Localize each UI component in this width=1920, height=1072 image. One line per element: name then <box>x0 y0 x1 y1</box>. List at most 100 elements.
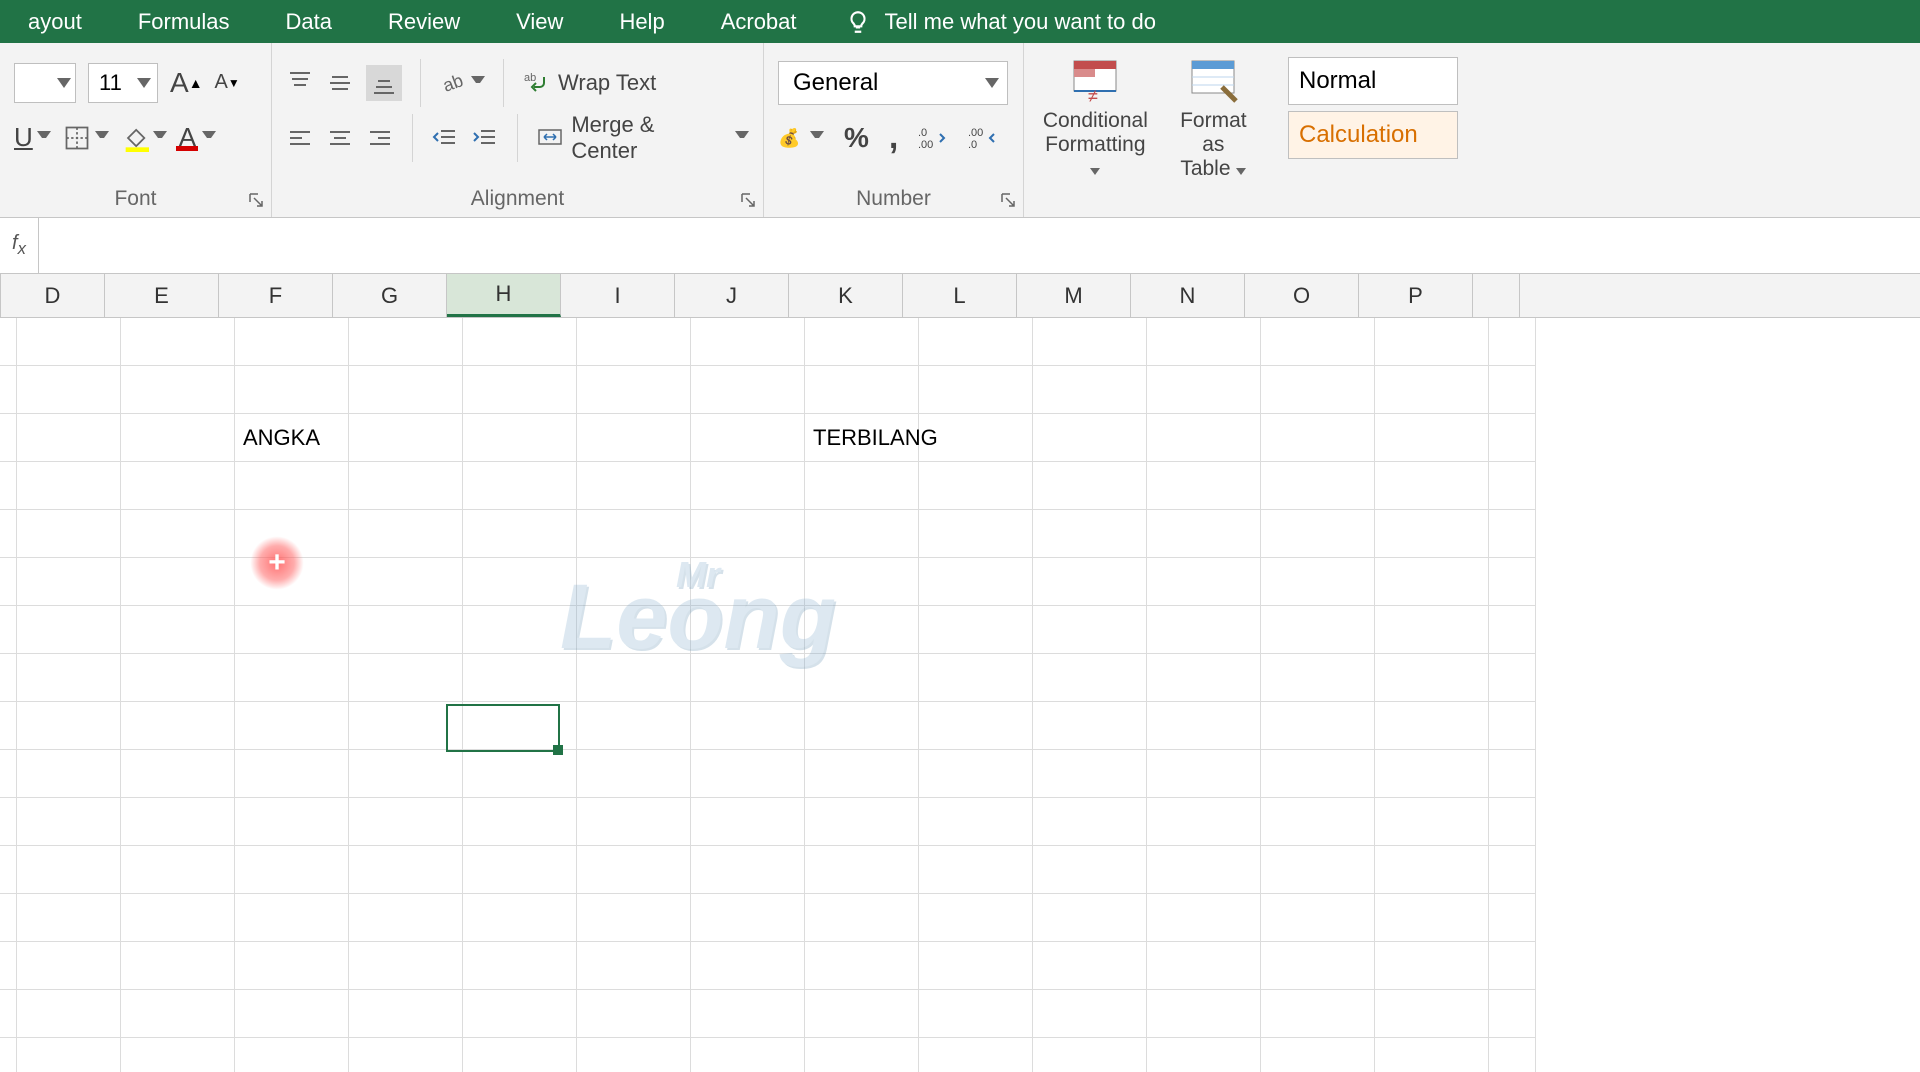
comma-style-button[interactable]: , <box>889 118 898 157</box>
cell[interactable] <box>17 1038 121 1072</box>
tab-pagelayout[interactable]: ayout <box>0 0 110 43</box>
cell[interactable] <box>577 318 691 366</box>
cell[interactable] <box>1261 990 1375 1038</box>
cell[interactable] <box>349 606 463 654</box>
cell[interactable] <box>349 894 463 942</box>
cell[interactable] <box>1375 558 1489 606</box>
cell[interactable] <box>349 318 463 366</box>
cell[interactable] <box>577 894 691 942</box>
cell[interactable] <box>121 942 235 990</box>
cell[interactable] <box>1375 606 1489 654</box>
cell[interactable] <box>1033 654 1147 702</box>
cell[interactable] <box>463 414 577 462</box>
number-dialog-launcher[interactable] <box>997 189 1019 211</box>
cell[interactable] <box>1147 558 1261 606</box>
column-header-H[interactable]: H <box>447 274 561 317</box>
cell[interactable] <box>1261 558 1375 606</box>
cell[interactable] <box>691 750 805 798</box>
cell[interactable] <box>1261 750 1375 798</box>
cell[interactable] <box>577 942 691 990</box>
cell[interactable] <box>463 510 577 558</box>
font-dialog-launcher[interactable] <box>245 189 267 211</box>
cell[interactable] <box>1147 366 1261 414</box>
cell[interactable] <box>805 750 919 798</box>
column-header-E[interactable]: E <box>105 274 219 317</box>
cell[interactable] <box>1033 702 1147 750</box>
cell[interactable] <box>235 606 349 654</box>
cell[interactable] <box>463 750 577 798</box>
cell[interactable] <box>1261 654 1375 702</box>
increase-font-button[interactable]: A▲ <box>170 67 203 99</box>
cell[interactable] <box>1375 654 1489 702</box>
cell[interactable] <box>1375 990 1489 1038</box>
cell[interactable] <box>1489 942 1536 990</box>
align-bottom-button[interactable] <box>366 65 402 101</box>
cell[interactable] <box>121 894 235 942</box>
column-header-G[interactable]: G <box>333 274 447 317</box>
cell[interactable] <box>349 462 463 510</box>
cell[interactable] <box>463 798 577 846</box>
cell[interactable] <box>17 654 121 702</box>
cell[interactable] <box>691 606 805 654</box>
cell[interactable] <box>1033 798 1147 846</box>
cell[interactable] <box>1489 414 1536 462</box>
cell[interactable] <box>1375 1038 1489 1072</box>
cell[interactable] <box>691 558 805 606</box>
cell[interactable] <box>1033 462 1147 510</box>
cell[interactable] <box>1375 366 1489 414</box>
column-header-D[interactable]: D <box>1 274 105 317</box>
cell[interactable] <box>805 702 919 750</box>
cell[interactable] <box>1375 414 1489 462</box>
cell[interactable] <box>577 510 691 558</box>
cell[interactable] <box>463 654 577 702</box>
cell[interactable] <box>1033 750 1147 798</box>
cell[interactable] <box>0 510 17 558</box>
cell[interactable] <box>0 990 17 1038</box>
cell[interactable]: ANGKA <box>235 414 349 462</box>
column-header-edge[interactable] <box>1473 274 1520 317</box>
column-header-L[interactable]: L <box>903 274 1017 317</box>
tab-view[interactable]: View <box>488 0 591 43</box>
cell[interactable] <box>0 1038 17 1072</box>
cell[interactable] <box>577 990 691 1038</box>
cell[interactable] <box>1375 702 1489 750</box>
cell[interactable] <box>1489 846 1536 894</box>
cell[interactable] <box>121 510 235 558</box>
cell[interactable] <box>577 846 691 894</box>
cell[interactable] <box>121 366 235 414</box>
cell[interactable] <box>1375 462 1489 510</box>
cell[interactable] <box>805 654 919 702</box>
cell[interactable] <box>121 702 235 750</box>
cell[interactable] <box>919 846 1033 894</box>
cell[interactable] <box>1147 942 1261 990</box>
cell[interactable] <box>577 462 691 510</box>
cell[interactable] <box>919 414 1033 462</box>
cell[interactable] <box>235 510 349 558</box>
cell[interactable] <box>463 1038 577 1072</box>
column-header-N[interactable]: N <box>1131 274 1245 317</box>
cell[interactable] <box>1147 1038 1261 1072</box>
cell[interactable] <box>349 558 463 606</box>
cell[interactable] <box>17 798 121 846</box>
cell[interactable] <box>463 990 577 1038</box>
cell[interactable] <box>1147 510 1261 558</box>
cell[interactable] <box>691 462 805 510</box>
cell[interactable] <box>805 942 919 990</box>
cell[interactable] <box>577 798 691 846</box>
cell[interactable] <box>1261 318 1375 366</box>
cell[interactable] <box>919 702 1033 750</box>
cell[interactable] <box>1147 414 1261 462</box>
align-right-button[interactable] <box>366 124 394 152</box>
cell[interactable] <box>1375 318 1489 366</box>
tab-data[interactable]: Data <box>258 0 360 43</box>
cell[interactable] <box>235 318 349 366</box>
cell[interactable] <box>121 606 235 654</box>
cell[interactable] <box>577 366 691 414</box>
cell[interactable] <box>919 990 1033 1038</box>
cell[interactable] <box>691 318 805 366</box>
cell[interactable] <box>121 558 235 606</box>
cell[interactable] <box>463 462 577 510</box>
cell[interactable] <box>17 990 121 1038</box>
align-center-button[interactable] <box>326 124 354 152</box>
cell[interactable] <box>1489 1038 1536 1072</box>
